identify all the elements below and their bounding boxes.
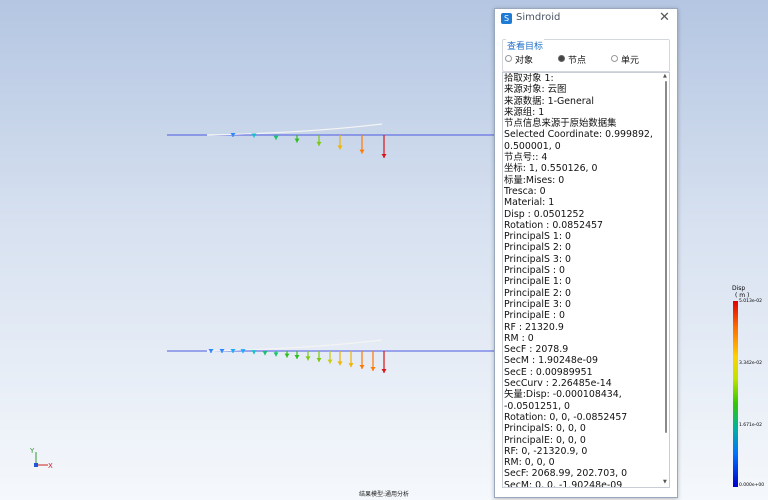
triad-x-label: X	[48, 462, 53, 470]
dialog-titlebar[interactable]: S Simdroid ✕	[495, 9, 677, 31]
info-line: RM : 0	[504, 332, 534, 344]
bottom-force-arrowhead	[284, 353, 290, 358]
info-line: Disp : 0.0501252	[504, 208, 585, 220]
info-line: 来源对象: 云图	[504, 84, 567, 96]
color-legend: Disp ( m ) 5.013e-02 3.342e-02 1.671e-02…	[729, 285, 768, 495]
view-target-label: 查看目标	[506, 39, 545, 52]
info-line: SecM: 0, 0, -1.90248e-09	[504, 479, 623, 488]
bottom-force-arrowhead	[294, 354, 300, 359]
scroll-up-icon[interactable]: ▲	[663, 73, 667, 79]
bottom-force-arrowhead	[337, 361, 343, 366]
bottom-force-arrowhead	[305, 356, 311, 361]
top-force-arrowhead	[337, 145, 343, 150]
info-line: PrincipalS 2: 0	[504, 242, 571, 254]
bottom-force-arrowhead	[273, 352, 279, 357]
triad-z-axis	[34, 463, 38, 467]
info-line: PrincipalS : 0	[504, 265, 565, 277]
info-line: 节点信息来源于原始数据集	[504, 118, 617, 130]
info-scrollbar[interactable]: ▲ ▼	[663, 73, 669, 487]
view-target-group: 查看目标 对象 节点 单元	[502, 39, 670, 72]
info-line: PrincipalS 3: 0	[504, 253, 571, 265]
pick-info-dialog: S Simdroid ✕ 查看目标 对象 节点 单元 拾取对象 1: 来源对象: …	[494, 8, 678, 498]
info-lines: 拾取对象 1: 来源对象: 云图 来源数据: 1-General 来源组: 1 节点信息…	[504, 73, 662, 488]
info-line: 矢量:Disp: -0.000108434, -0.0501251, 0	[504, 389, 625, 412]
info-line: 标量:Mises: 0	[504, 174, 565, 186]
radio-object-label: 对象	[515, 56, 534, 66]
top-force-arrowhead	[359, 149, 365, 154]
info-line: 拾取对象 1:	[504, 73, 554, 84]
scroll-down-icon[interactable]: ▼	[663, 479, 667, 485]
info-line: PrincipalE 1: 0	[504, 276, 571, 288]
info-line: SecE : 0.00989951	[504, 366, 593, 378]
bottom-force-arrowhead	[316, 357, 322, 362]
info-line: 来源数据: 1-General	[504, 95, 594, 107]
info-line: Rotation : 0.0852457	[504, 219, 604, 231]
info-line: RF : 21320.9	[504, 321, 564, 333]
info-line: PrincipalE: 0, 0, 0	[504, 434, 586, 446]
info-line: Material: 1	[504, 197, 555, 209]
info-line: 来源组: 1	[504, 106, 545, 118]
info-line: PrincipalS: 0, 0, 0	[504, 423, 586, 435]
top-force-arrowhead	[251, 133, 257, 138]
dialog-title: Simdroid	[516, 12, 561, 23]
legend-tick-2: 3.342e-02	[739, 361, 763, 366]
bottom-force-arrowhead	[262, 351, 268, 356]
bottom-force-arrowhead	[381, 369, 387, 373]
radio-node-label: 节点	[568, 56, 587, 66]
legend-tick-max: 5.013e-02	[739, 299, 763, 304]
info-text-area[interactable]: 拾取对象 1: 来源对象: 云图 来源数据: 1-General 来源组: 1 节点信息…	[502, 72, 670, 488]
info-line: Selected Coordinate: 0.999892, 0.500001,…	[504, 129, 656, 152]
info-line: 节点号:: 4	[504, 152, 548, 164]
info-line: 坐标: 1, 0.550126, 0	[504, 163, 598, 175]
top-force-arrowhead	[273, 135, 279, 140]
info-line: PrincipalE 3: 0	[504, 298, 571, 310]
info-line: PrincipalS 1: 0	[504, 231, 571, 243]
legend-tick-3: 1.671e-02	[739, 423, 763, 428]
bottom-force-arrowhead	[251, 350, 257, 355]
info-line: PrincipalE 2: 0	[504, 287, 571, 299]
radio-node[interactable]: 节点	[558, 53, 586, 66]
top-force-arrowhead	[381, 154, 387, 158]
triad-y-label: Y	[30, 447, 35, 455]
radio-element[interactable]: 单元	[611, 53, 639, 66]
bottom-force-arrowhead	[327, 359, 333, 364]
scroll-thumb[interactable]	[665, 81, 667, 433]
top-force-arrowhead	[294, 138, 300, 143]
radio-object[interactable]: 对象	[505, 53, 533, 66]
info-line: RF: 0, -21320.9, 0	[504, 445, 588, 457]
radio-element-indicator	[611, 55, 618, 62]
legend-unit: ( m )	[735, 292, 750, 299]
radio-element-label: 单元	[621, 56, 640, 66]
radio-object-indicator	[505, 55, 512, 62]
info-line: SecF: 2068.99, 202.703, 0	[504, 468, 628, 480]
info-line: SecCurv : 2.26485e-14	[504, 378, 612, 390]
info-line: SecM : 1.90248e-09	[504, 355, 598, 367]
info-line: RM: 0, 0, 0	[504, 457, 555, 469]
legend-tick-min: 0.000e+00	[739, 483, 765, 488]
info-line: Tresca: 0	[504, 185, 546, 197]
legend-color-bar	[733, 301, 738, 487]
bottom-force-arrowhead	[359, 365, 365, 370]
simdroid-logo-icon: S	[501, 13, 512, 24]
info-line: PrincipalE : 0	[504, 310, 565, 322]
legend-title: Disp ( m )	[732, 285, 749, 299]
info-line: Rotation: 0, 0, -0.0852457	[504, 411, 628, 423]
info-line: SecF : 2078.9	[504, 344, 569, 356]
close-icon[interactable]: ✕	[659, 10, 670, 25]
bottom-force-arrowhead	[370, 366, 376, 371]
legend-quantity: Disp	[732, 285, 746, 292]
radio-node-indicator	[558, 55, 565, 62]
top-force-arrowhead	[316, 141, 322, 146]
bottom-force-arrowhead	[348, 363, 354, 368]
